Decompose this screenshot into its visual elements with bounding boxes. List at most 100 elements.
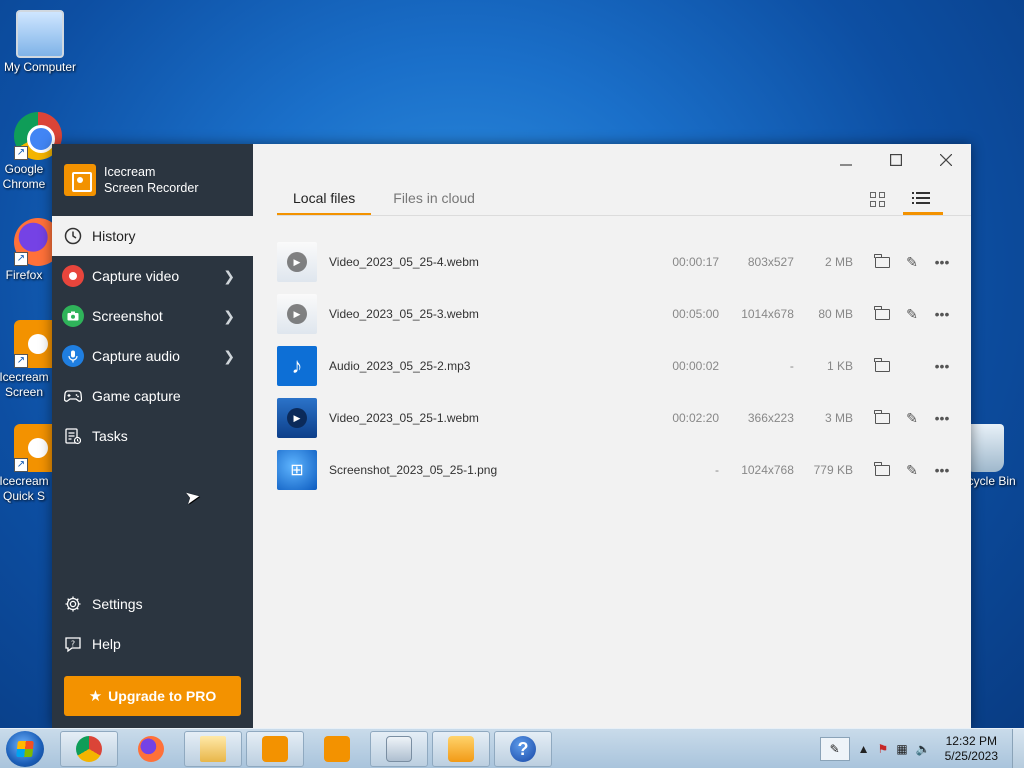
computer-icon <box>16 10 64 58</box>
upgrade-label: Upgrade to PRO <box>108 688 217 704</box>
taskbar-firefox[interactable] <box>122 731 180 767</box>
file-row[interactable]: ▶ Video_2023_05_25-1.webm 00:02:20 366x2… <box>277 392 957 444</box>
icecream-recorder-icon <box>262 736 288 762</box>
close-button[interactable] <box>921 144 971 176</box>
clock[interactable]: 12:32 PM 5/25/2023 <box>945 734 998 764</box>
folder-icon <box>874 305 890 320</box>
tab-files-in-cloud[interactable]: Files in cloud <box>377 184 491 216</box>
edit-button[interactable]: ✎ <box>897 247 927 277</box>
star-icon: ★ <box>88 688 103 705</box>
main-panel: Local files Files in cloud ▶ Video_2023_… <box>253 144 971 728</box>
tasks-icon <box>62 425 84 447</box>
minimize-button[interactable] <box>821 144 871 176</box>
pencil-icon: ✎ <box>906 305 918 322</box>
brand-line-1: Icecream <box>104 165 156 179</box>
show-desktop-button[interactable] <box>1012 729 1024 768</box>
nav-help[interactable]: ? Help <box>52 624 253 664</box>
maximize-button[interactable] <box>871 144 921 176</box>
brand: Icecream Screen Recorder <box>52 144 253 216</box>
file-size: 3 MB <box>824 411 853 425</box>
gamepad-icon <box>62 385 84 407</box>
shortcut-arrow-icon: ↗ <box>14 354 28 368</box>
file-duration: 00:02:20 <box>672 411 720 425</box>
video-thumbnail: ▶ <box>277 294 317 334</box>
firefox-icon <box>138 736 164 762</box>
file-size: 1 KB <box>826 359 853 373</box>
file-row[interactable]: ♪ Audio_2023_05_25-2.mp3 00:00:02 - 1 KB… <box>277 340 957 392</box>
tab-local-files[interactable]: Local files <box>277 184 372 216</box>
sidebar-bottom: Settings ? Help ★ Upgrade to PRO <box>52 584 253 728</box>
folder-icon <box>874 253 890 268</box>
open-folder-button[interactable] <box>867 351 897 381</box>
open-folder-button[interactable] <box>867 403 897 433</box>
network-icon[interactable]: ▦ <box>896 742 907 756</box>
record-icon <box>62 265 84 287</box>
help-icon: ? <box>510 736 536 762</box>
grid-view-button[interactable] <box>857 184 897 215</box>
upgrade-button[interactable]: ★ Upgrade to PRO <box>64 676 241 716</box>
taskbar-chrome[interactable] <box>60 731 118 767</box>
tray-expand-icon[interactable]: ▲ <box>858 742 870 756</box>
more-button[interactable]: ••• <box>927 455 957 485</box>
start-button[interactable] <box>6 731 44 767</box>
nav-capture-video[interactable]: Capture video ❯ <box>52 256 253 296</box>
edit-button[interactable]: ✎ <box>897 299 927 329</box>
list-icon <box>912 192 930 204</box>
file-duration: 00:00:02 <box>672 359 720 373</box>
edit-button[interactable]: ✎ <box>897 455 927 485</box>
grid-icon <box>869 192 885 207</box>
file-resolution: 366x223 <box>747 411 794 425</box>
more-button[interactable]: ••• <box>927 351 957 381</box>
video-thumbnail: ▶ <box>277 242 317 282</box>
taskbar-help[interactable]: ? <box>494 731 552 767</box>
play-icon: ▶ <box>287 408 307 428</box>
desktop-icon-label: Firefox <box>5 268 43 282</box>
nav-settings[interactable]: Settings <box>52 584 253 624</box>
app-logo-icon <box>64 164 96 196</box>
desktop-icon-label: My Computer <box>3 60 77 74</box>
nav-capture-audio[interactable]: Capture audio ❯ <box>52 336 253 376</box>
edit-button[interactable]: ✎ <box>897 403 927 433</box>
file-actions: ✎ ••• <box>867 455 957 485</box>
gear-icon <box>62 593 84 615</box>
microphone-icon <box>62 345 84 367</box>
taskbar-explorer[interactable] <box>184 731 242 767</box>
nav-label: Game capture <box>92 388 181 404</box>
pencil-icon: ✎ <box>906 409 918 426</box>
taskbar-icecream-screenshot[interactable] <box>308 731 366 767</box>
list-view-button[interactable] <box>903 184 943 215</box>
file-name: Video_2023_05_25-4.webm <box>329 255 479 269</box>
desktop-icon-my-computer[interactable]: My Computer <box>0 10 80 75</box>
open-folder-button[interactable] <box>867 455 897 485</box>
action-center-icon[interactable]: ⚑ <box>878 742 889 756</box>
open-folder-button[interactable] <box>867 247 897 277</box>
file-row[interactable]: ▶ Video_2023_05_25-3.webm 00:05:00 1014x… <box>277 288 957 340</box>
nav-screenshot[interactable]: Screenshot ❯ <box>52 296 253 336</box>
pen-input-icon[interactable]: ✎ <box>819 737 850 761</box>
svg-text:?: ? <box>71 640 75 649</box>
image-thumbnail: ⊞ <box>277 450 317 490</box>
taskbar-calculator[interactable] <box>370 731 428 767</box>
open-folder-button[interactable] <box>867 299 897 329</box>
file-name: Audio_2023_05_25-2.mp3 <box>329 359 471 373</box>
nav-tasks[interactable]: Tasks <box>52 416 253 456</box>
nav-label: Tasks <box>92 428 128 444</box>
taskbar-media-player[interactable] <box>432 731 490 767</box>
clock-date: 5/25/2023 <box>944 749 998 763</box>
file-resolution: 803x527 <box>747 255 794 269</box>
file-row[interactable]: ⊞ Screenshot_2023_05_25-1.png - 1024x768… <box>277 444 957 496</box>
file-name: Video_2023_05_25-1.webm <box>329 411 479 425</box>
chevron-right-icon: ❯ <box>223 268 235 284</box>
nav-game-capture[interactable]: Game capture <box>52 376 253 416</box>
more-button[interactable]: ••• <box>927 299 957 329</box>
nav-history[interactable]: History <box>52 216 253 256</box>
video-thumbnail: ▶ <box>277 398 317 438</box>
folder-icon <box>874 409 890 424</box>
more-button[interactable]: ••• <box>927 403 957 433</box>
file-duration: 00:05:00 <box>672 307 720 321</box>
file-row[interactable]: ▶ Video_2023_05_25-4.webm 00:00:17 803x5… <box>277 236 957 288</box>
desktop-icon-label: Icecream Screen <box>0 370 49 399</box>
volume-icon[interactable]: 🔈 <box>916 742 931 756</box>
more-button[interactable]: ••• <box>927 247 957 277</box>
taskbar-icecream-recorder[interactable] <box>246 731 304 767</box>
